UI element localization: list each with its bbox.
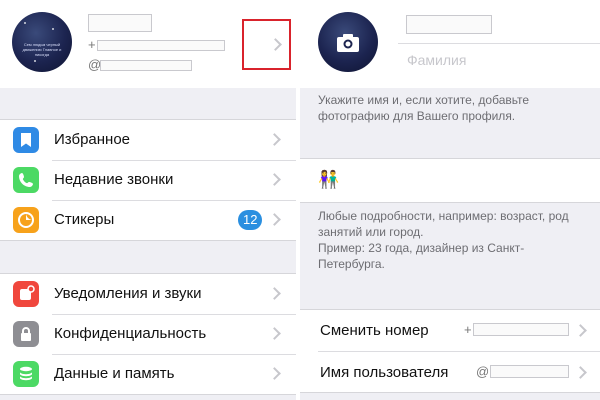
camera-icon: [337, 34, 359, 52]
menu-item-privacy[interactable]: Конфиденциальность: [0, 314, 296, 354]
menu-item-label: Уведомления и звуки: [54, 285, 202, 302]
menu-item-label: Стикеры: [54, 211, 115, 228]
avatar-image-text: Сем людьм черный движению Главное и нико…: [22, 42, 62, 57]
menu-item-recent-calls[interactable]: Недавние звонки: [0, 160, 296, 200]
highlight-box: [242, 19, 291, 70]
couple-emoji: 👫: [318, 170, 340, 189]
menu-item-favorites[interactable]: Избранное: [0, 120, 296, 160]
menu-group-1: Избранное Недавние звонки Стикеры 12: [0, 119, 296, 241]
field-divider: [398, 43, 600, 44]
profile-phone-redacted: [97, 40, 225, 51]
sticker-count-badge: 12: [238, 210, 263, 230]
username-label: Имя пользователя: [320, 364, 449, 381]
last-name-field[interactable]: Фамилия: [407, 52, 466, 68]
settings-pane: Сем людьм черный движению Главное и нико…: [0, 0, 296, 400]
phone-number-redacted: [473, 323, 569, 336]
menu-item-label: Конфиденциальность: [54, 325, 207, 342]
username-prefix: @: [476, 364, 490, 379]
profile-name-redacted: [88, 14, 152, 32]
notification-icon: [13, 281, 39, 307]
edit-profile-header: Фамилия: [300, 0, 600, 88]
change-number-row[interactable]: Сменить номер +: [300, 310, 600, 351]
bio-field[interactable]: 👫: [300, 158, 600, 203]
chevron-right-icon: [268, 213, 281, 226]
data-icon: [13, 361, 39, 387]
phone-prefix: +: [464, 322, 472, 337]
chevron-right-icon: [268, 367, 281, 380]
username-row[interactable]: Имя пользователя @: [300, 352, 600, 393]
bookmark-icon: [13, 127, 39, 153]
first-name-field[interactable]: [406, 15, 492, 34]
lock-icon: [13, 321, 39, 347]
menu-item-stickers[interactable]: Стикеры 12: [0, 200, 296, 240]
menu-item-data-storage[interactable]: Данные и память: [0, 354, 296, 394]
phone-icon: [13, 167, 39, 193]
edit-profile-pane: Фамилия Укажите имя и, если хотите, доба…: [300, 0, 600, 400]
change-number-label: Сменить номер: [320, 322, 429, 339]
avatar[interactable]: Сем людьм черный движению Главное и нико…: [12, 12, 72, 72]
chevron-right-icon: [574, 324, 587, 337]
bio-hint-text: Любые подробности, например: возраст, ро…: [318, 209, 569, 239]
profile-header[interactable]: Сем людьм черный движению Главное и нико…: [0, 0, 296, 88]
chevron-right-icon: [268, 287, 281, 300]
bio-example-text: Пример: 23 года, дизайнер из Санкт-Петер…: [318, 241, 525, 271]
name-hint-text: Укажите имя и, если хотите, добавьте фот…: [318, 93, 530, 123]
profile-username-redacted: [100, 60, 192, 71]
menu-item-notifications[interactable]: Уведомления и звуки: [0, 274, 296, 314]
username-redacted: [490, 365, 569, 378]
set-photo-button[interactable]: [318, 12, 378, 72]
account-group: Сменить номер + Имя пользователя @: [300, 309, 600, 393]
phone-prefix: +: [88, 37, 96, 52]
chevron-right-icon: [268, 133, 281, 146]
sticker-icon: [13, 207, 39, 233]
menu-item-label: Избранное: [54, 131, 131, 148]
chevron-right-icon: [268, 327, 281, 340]
chevron-right-icon: [574, 366, 587, 379]
menu-item-label: Данные и память: [54, 365, 175, 382]
chevron-right-icon: [268, 173, 281, 186]
menu-group-2: Уведомления и звуки Конфиденциальность Д…: [0, 273, 296, 395]
menu-item-label: Недавние звонки: [54, 171, 174, 188]
